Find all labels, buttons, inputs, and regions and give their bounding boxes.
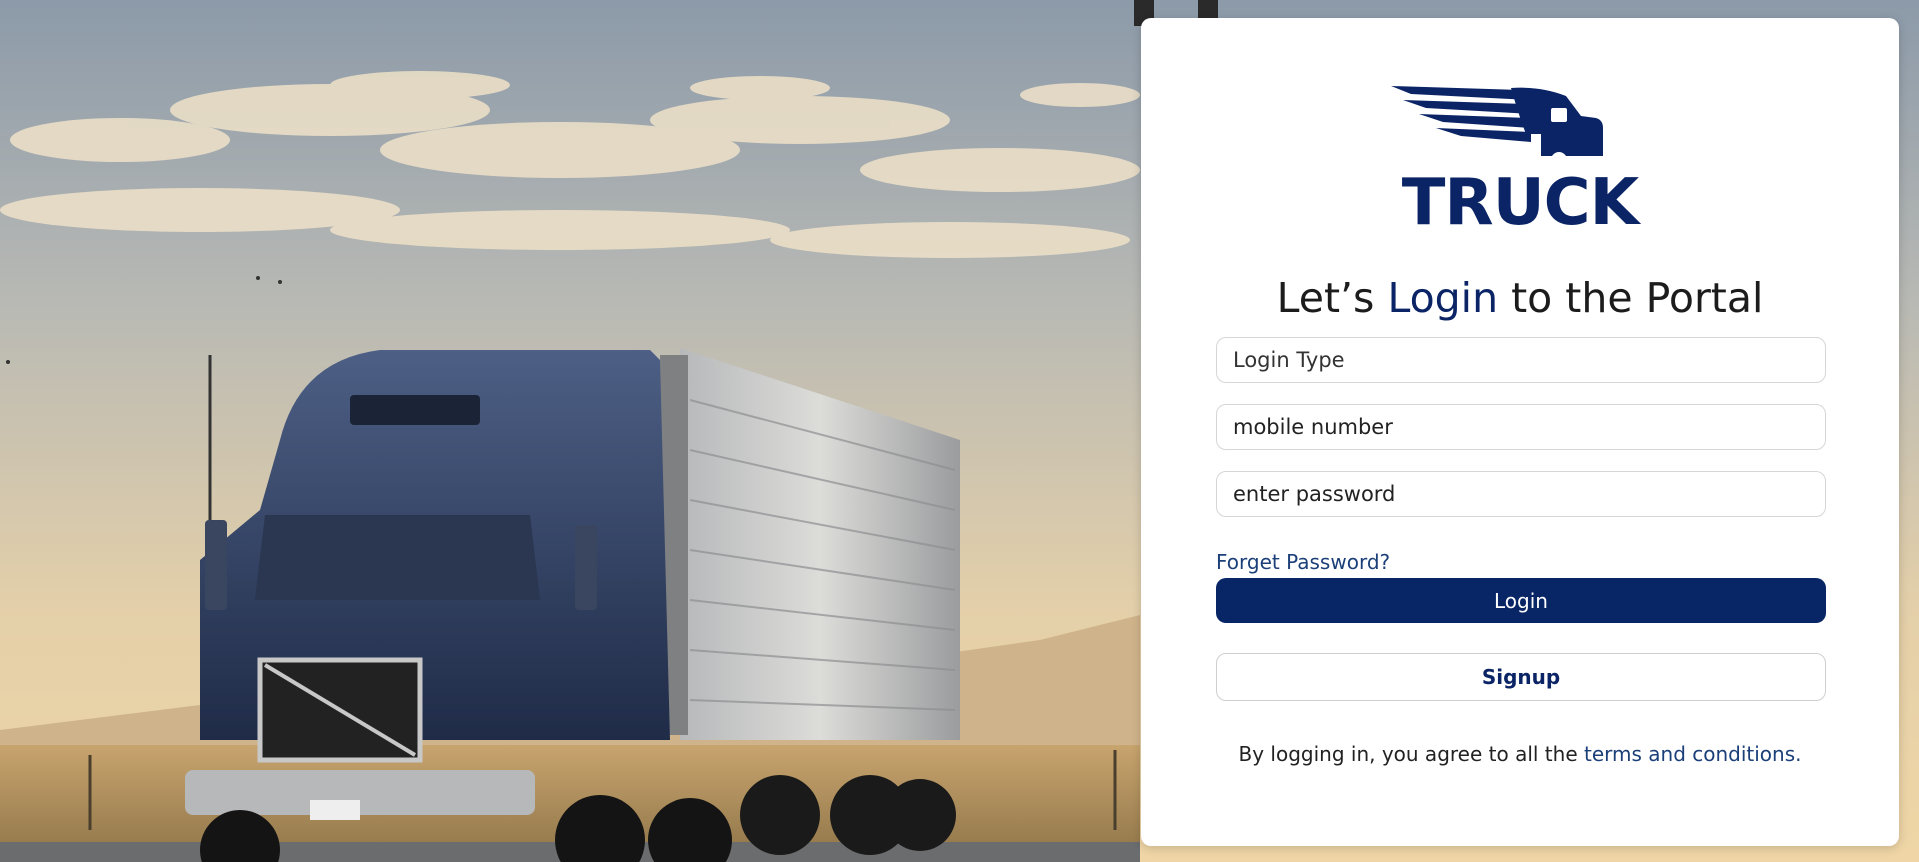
title-accent: Login — [1387, 274, 1499, 322]
terms-link[interactable]: terms and conditions. — [1584, 742, 1802, 766]
signup-button[interactable]: Signup — [1216, 653, 1826, 701]
forget-password-link[interactable]: Forget Password? — [1216, 550, 1390, 574]
mobile-number-placeholder: mobile number — [1233, 415, 1393, 439]
login-page: TRUCK Let’s Login to the Portal Login Ty… — [0, 0, 1919, 862]
terms-prefix: By logging in, you agree to all the — [1238, 742, 1584, 766]
login-type-select[interactable]: Login Type — [1216, 337, 1826, 383]
truck-speed-logo-icon — [1391, 86, 1651, 168]
password-placeholder: enter password — [1233, 482, 1396, 506]
login-button[interactable]: Login — [1216, 578, 1826, 623]
login-card: TRUCK Let’s Login to the Portal Login Ty… — [1141, 18, 1899, 846]
brand-name: TRUCK — [1401, 166, 1639, 240]
password-input[interactable]: enter password — [1216, 471, 1826, 517]
page-title: Let’s Login to the Portal — [1141, 270, 1899, 326]
title-suffix: to the Portal — [1498, 274, 1764, 322]
mobile-number-input[interactable]: mobile number — [1216, 404, 1826, 450]
title-prefix: Let’s — [1276, 274, 1388, 322]
terms-notice: By logging in, you agree to all the term… — [1141, 742, 1899, 766]
login-type-placeholder: Login Type — [1233, 348, 1345, 372]
